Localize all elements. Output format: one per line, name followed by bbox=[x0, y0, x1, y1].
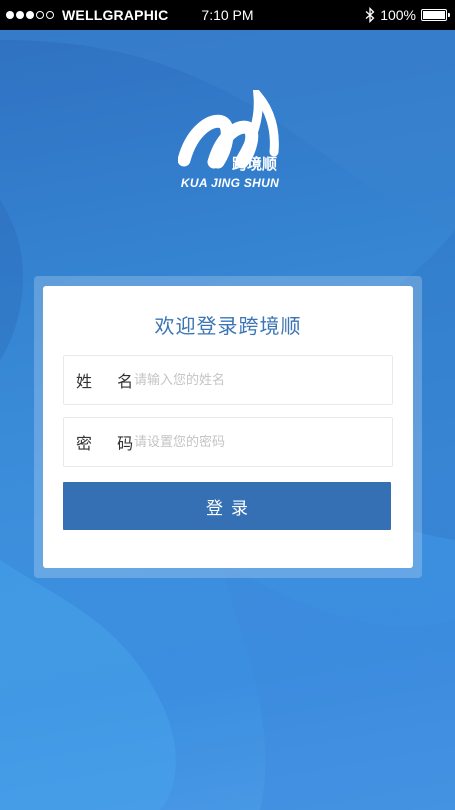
login-button[interactable]: 登录 bbox=[63, 482, 391, 530]
battery-percent: 100% bbox=[380, 7, 416, 23]
name-field[interactable]: 姓 名 bbox=[63, 355, 393, 405]
login-screen: WELLGRAPHIC 7:10 PM 100% 跨境顺 KUA JING SH… bbox=[0, 0, 455, 810]
password-label: 密 码 bbox=[76, 434, 144, 453]
brand-name-en: KUA JING SHUN bbox=[180, 176, 280, 190]
status-bar: WELLGRAPHIC 7:10 PM 100% bbox=[0, 0, 455, 30]
name-input[interactable] bbox=[134, 356, 392, 404]
bluetooth-icon bbox=[365, 7, 375, 23]
login-card: 欢迎登录跨境顺 姓 名 密 码 登录 bbox=[43, 286, 413, 568]
password-input[interactable] bbox=[134, 418, 392, 466]
brand-name-cn: 跨境顺 bbox=[232, 155, 278, 173]
name-label: 姓 名 bbox=[76, 372, 144, 391]
password-field[interactable]: 密 码 bbox=[63, 417, 393, 467]
login-title: 欢迎登录跨境顺 bbox=[154, 314, 302, 338]
battery-icon bbox=[421, 9, 450, 21]
